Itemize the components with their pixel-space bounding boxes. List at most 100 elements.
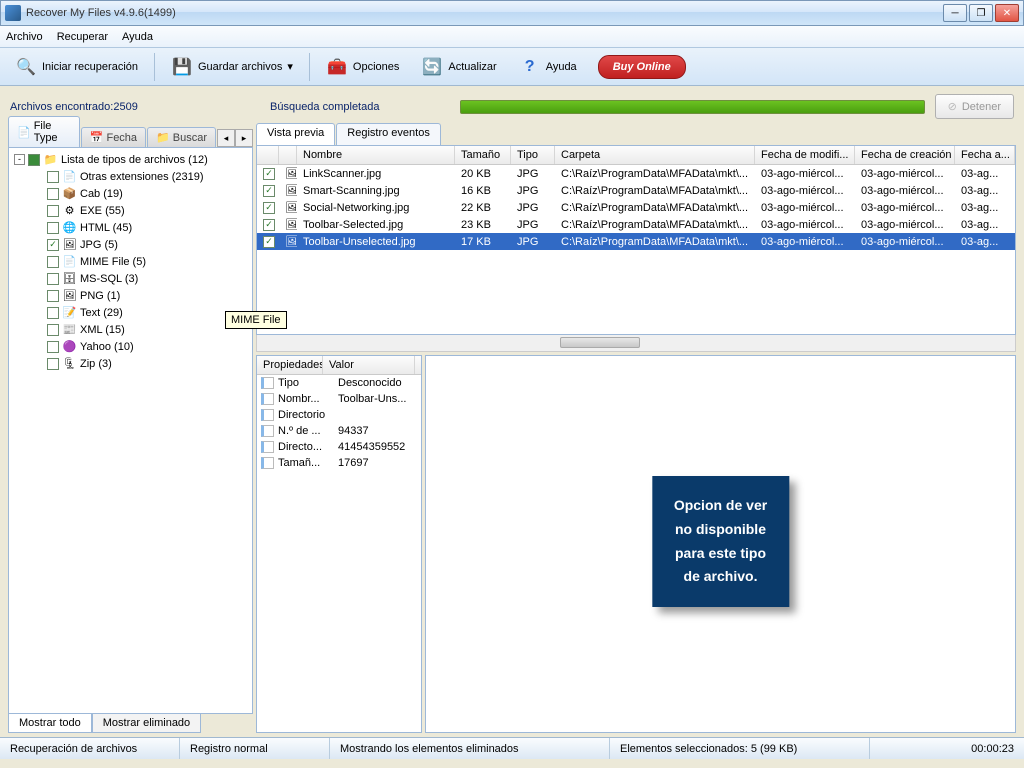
horizontal-scrollbar[interactable]	[256, 335, 1016, 352]
tree-label: MS-SQL (3)	[80, 273, 138, 285]
property-icon	[261, 425, 274, 437]
tab-fecha[interactable]: 📅Fecha	[81, 127, 146, 147]
refresh-icon: 🔄	[421, 56, 443, 78]
checkbox[interactable]	[28, 154, 40, 166]
column-header[interactable]	[279, 146, 297, 164]
property-icon	[261, 393, 274, 405]
file-row[interactable]: ✓🖼Smart-Scanning.jpg16 KBJPGC:\Raíz\Prog…	[257, 182, 1015, 199]
column-header[interactable]: Tipo	[511, 146, 555, 164]
menu-recuperar[interactable]: Recuperar	[57, 31, 108, 43]
tree-item[interactable]: 📄Otras extensiones (2319)	[12, 168, 249, 185]
menu-ayuda[interactable]: Ayuda	[122, 31, 153, 43]
checkbox[interactable]: ✓	[263, 219, 275, 231]
toolbar: 🔍Iniciar recuperación 💾Guardar archivos …	[0, 48, 1024, 86]
tree-item[interactable]: 🗄MS-SQL (3)	[12, 270, 249, 287]
file-row[interactable]: ✓🖼Toolbar-Selected.jpg23 KBJPGC:\Raíz\Pr…	[257, 216, 1015, 233]
tab-filetype[interactable]: 📄File Type	[8, 116, 80, 147]
checkbox[interactable]	[47, 188, 59, 200]
filetype-icon: 🌐	[62, 220, 77, 235]
tree-item[interactable]: 📦Cab (19)	[12, 185, 249, 202]
stop-icon: ⊘	[948, 100, 957, 113]
checkbox[interactable]: ✓	[263, 185, 275, 197]
close-button[interactable]: ✕	[995, 4, 1019, 22]
checkbox[interactable]: ✓	[263, 202, 275, 214]
column-header[interactable]: Nombre	[297, 146, 455, 164]
maximize-button[interactable]: ❐	[969, 4, 993, 22]
expander-icon[interactable]: -	[14, 154, 25, 165]
column-header[interactable]: Tamaño	[455, 146, 511, 164]
checkbox[interactable]	[47, 341, 59, 353]
tab-next-button[interactable]: ▸	[235, 129, 253, 147]
column-header[interactable]	[257, 146, 279, 164]
checkbox[interactable]	[47, 256, 59, 268]
help-button[interactable]: ?Ayuda	[510, 51, 586, 83]
tree-item[interactable]: 🟣Yahoo (10)	[12, 338, 249, 355]
save-files-button[interactable]: 💾Guardar archivos ▾	[162, 51, 302, 83]
tree-label: Cab (19)	[80, 188, 123, 200]
checkbox[interactable]	[47, 205, 59, 217]
tree-item[interactable]: 📄MIME File (5)	[12, 253, 249, 270]
file-row[interactable]: ✓🖼LinkScanner.jpg20 KBJPGC:\Raíz\Program…	[257, 165, 1015, 182]
titlebar: Recover My Files v4.9.6(1499) ─ ❐ ✕	[0, 0, 1024, 26]
properties-panel: PropiedadesValor TipoDesconocidoNombr...…	[256, 355, 422, 733]
tab-preview[interactable]: Vista previa	[256, 123, 335, 145]
checkbox[interactable]	[47, 171, 59, 183]
status-log: Registro normal	[180, 738, 330, 759]
property-row: Directo...41454359552	[257, 439, 421, 455]
tree-label: Text (29)	[80, 307, 123, 319]
refresh-button[interactable]: 🔄Actualizar	[412, 51, 505, 83]
options-icon: 🧰	[326, 56, 348, 78]
checkbox[interactable]	[47, 307, 59, 319]
options-button[interactable]: 🧰Opciones	[317, 51, 408, 83]
start-recovery-button[interactable]: 🔍Iniciar recuperación	[6, 51, 147, 83]
tree-label: JPG (5)	[80, 239, 118, 251]
checkbox[interactable]	[47, 290, 59, 302]
tree-item[interactable]: 🖼PNG (1)	[12, 287, 249, 304]
tree-item[interactable]: ⚙EXE (55)	[12, 202, 249, 219]
menu-archivo[interactable]: Archivo	[6, 31, 43, 43]
file-icon: 🖼	[279, 217, 297, 232]
window-title: Recover My Files v4.9.6(1499)	[26, 7, 943, 19]
checkbox[interactable]	[47, 222, 59, 234]
property-icon	[261, 377, 274, 389]
buy-online-button[interactable]: Buy Online	[598, 55, 686, 79]
search-status-label: Búsqueda completada	[270, 101, 450, 113]
tab-events[interactable]: Registro eventos	[336, 123, 441, 145]
file-icon: 🖼	[279, 166, 297, 181]
checkbox[interactable]	[47, 358, 59, 370]
column-header[interactable]: Fecha a...	[955, 146, 1015, 164]
property-row: Directorio	[257, 407, 421, 423]
filetype-icon: 🖼	[62, 288, 77, 303]
magnifier-icon: 🔍	[15, 56, 37, 78]
tree-item[interactable]: -📁Lista de tipos de archivos (12)	[12, 151, 249, 168]
column-header[interactable]: Fecha de creación	[855, 146, 955, 164]
checkbox[interactable]: ✓	[263, 168, 275, 180]
tab-prev-button[interactable]: ◂	[217, 129, 235, 147]
property-row: TipoDesconocido	[257, 375, 421, 391]
tab-show-all[interactable]: Mostrar todo	[8, 714, 92, 733]
tree-item[interactable]: 📝Text (29)	[12, 304, 249, 321]
file-row[interactable]: ✓🖼Social-Networking.jpg22 KBJPGC:\Raíz\P…	[257, 199, 1015, 216]
tree-item[interactable]: 🗜Zip (3)	[12, 355, 249, 372]
checkbox[interactable]: ✓	[263, 236, 275, 248]
tree-item[interactable]: ✓🖼JPG (5)	[12, 236, 249, 253]
minimize-button[interactable]: ─	[943, 4, 967, 22]
column-header[interactable]: Fecha de modifi...	[755, 146, 855, 164]
floppy-icon: 💾	[171, 56, 193, 78]
file-icon: 🖼	[279, 200, 297, 215]
file-row[interactable]: ✓🖼Toolbar-Unselected.jpg17 KBJPGC:\Raíz\…	[257, 233, 1015, 250]
calendar-icon: 📅	[90, 131, 104, 144]
stop-button[interactable]: ⊘Detener	[935, 94, 1014, 119]
filetype-tree[interactable]: -📁Lista de tipos de archivos (12)📄Otras …	[8, 147, 253, 714]
progress-bar	[460, 100, 925, 114]
tree-item[interactable]: 🌐HTML (45)	[12, 219, 249, 236]
tree-item[interactable]: 📰XML (15)	[12, 321, 249, 338]
file-list[interactable]: NombreTamañoTipoCarpetaFecha de modifi..…	[256, 145, 1016, 335]
checkbox[interactable]	[47, 273, 59, 285]
checkbox[interactable]	[47, 324, 59, 336]
tab-show-deleted[interactable]: Mostrar eliminado	[92, 714, 201, 733]
filetype-icon: 📦	[62, 186, 77, 201]
column-header[interactable]: Carpeta	[555, 146, 755, 164]
tab-buscar[interactable]: 📁Buscar	[147, 127, 216, 147]
checkbox[interactable]: ✓	[47, 239, 59, 251]
